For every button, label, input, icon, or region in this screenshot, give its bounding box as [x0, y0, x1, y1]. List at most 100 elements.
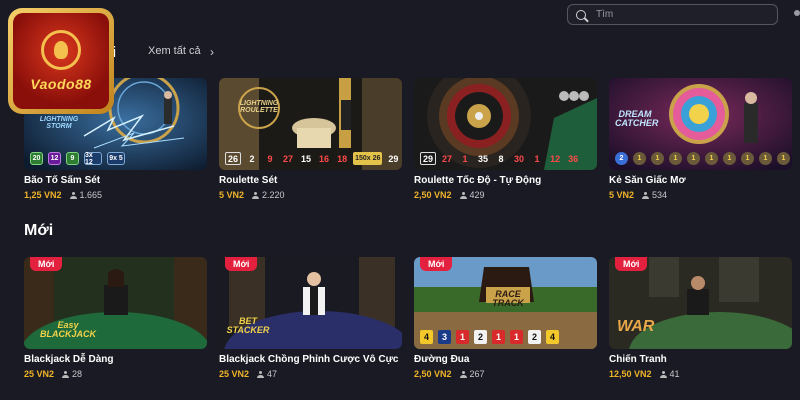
user-icon — [659, 370, 667, 378]
result-item: 1 — [687, 152, 700, 165]
game-price: 5 VN2 — [219, 190, 245, 200]
result-item: 2 — [615, 152, 628, 165]
game-title[interactable]: Blackjack Dễ Dàng — [24, 354, 207, 365]
result-item: 15 — [301, 153, 312, 164]
user-icon — [459, 370, 467, 378]
result-item: 20 — [30, 152, 43, 165]
game-price: 1,25 VN2 — [24, 190, 62, 200]
player-count: 534 — [652, 190, 668, 200]
game-title[interactable]: Đường Đua — [414, 354, 597, 365]
result-item: 18 — [337, 153, 348, 164]
game-title[interactable]: Roulette Tốc Độ - Tự Động — [414, 175, 597, 186]
brand-logo[interactable]: Vaodo88 — [8, 8, 114, 114]
game-price: 12,50 VN2 — [609, 369, 652, 379]
player-count: 2.220 — [262, 190, 285, 200]
player-count: 267 — [469, 369, 485, 379]
recent-results: 29 27 1 35 8 30 1 12 36 — [420, 152, 580, 165]
search-input[interactable] — [596, 9, 766, 20]
result-item: 12 — [550, 153, 561, 164]
result-item: 29 — [388, 153, 399, 164]
game-meta: 2,50 VN2 267 — [414, 369, 597, 379]
search-icon — [576, 9, 586, 20]
game-card[interactable]: 29 27 1 35 8 30 1 12 36 Roulette Tốc Độ … — [414, 78, 597, 200]
game-price: 25 VN2 — [219, 369, 250, 379]
logo-badge: Vaodo88 — [13, 13, 109, 109]
game-card[interactable]: Mới WAR Chiến Tranh 12,50 VN2 41 — [609, 257, 792, 379]
game-meta: 1,25 VN2 1.665 — [24, 190, 207, 200]
game-card[interactable]: Mới RACE TRACK 4 3 1 2 1 1 2 4 Đường Đua… — [414, 257, 597, 379]
game-thumbnail[interactable]: Mới WAR — [609, 257, 792, 349]
search-box[interactable] — [567, 4, 778, 25]
logo-text: Vaodo88 — [30, 76, 92, 92]
game-title[interactable]: Roulette Sét — [219, 175, 402, 186]
game-card[interactable]: LIGHTNING ROULETTE 26 2 9 27 15 16 18 15… — [219, 78, 402, 200]
user-icon — [642, 191, 650, 199]
game-thumbnail[interactable]: Mới BET STACKER — [219, 257, 402, 349]
game-price: 2,50 VN2 — [414, 190, 452, 200]
scene-logo: Easy BLACKJACK — [40, 320, 96, 339]
game-thumbnail[interactable]: DREAM CATCHER 2 1 1 1 1 1 1 1 1 1 — [609, 78, 792, 170]
result-item: 9x 5 — [107, 152, 125, 165]
game-card[interactable]: DREAM CATCHER 2 1 1 1 1 1 1 1 1 1 Kẻ Săn… — [609, 78, 792, 200]
scene-logo: LIGHTNING STORM — [39, 116, 79, 130]
section-new-title: Mới — [24, 222, 54, 239]
game-card[interactable]: Mới BET STACKER Blackjack Chồng Phỉnh Cư… — [219, 257, 402, 379]
game-meta: 25 VN2 47 — [219, 369, 402, 379]
user-icon — [62, 370, 70, 378]
game-price: 2,50 VN2 — [414, 369, 452, 379]
see-all-link[interactable]: Xem tất cả — [148, 45, 201, 57]
game-price: 5 VN2 — [609, 190, 635, 200]
result-item: 9 — [66, 152, 79, 165]
result-item: 150x 26 — [353, 152, 383, 165]
game-title[interactable]: Chiến Tranh — [609, 354, 792, 365]
result-item: 1 — [492, 330, 505, 344]
result-item: 1 — [534, 153, 540, 164]
game-thumbnail[interactable]: LIGHTNING ROULETTE 26 2 9 27 15 16 18 15… — [219, 78, 402, 170]
recent-results: 26 2 9 27 15 16 18 150x 26 29 — [225, 152, 400, 165]
result-item: 2 — [528, 330, 541, 344]
result-item: 9 — [267, 153, 273, 164]
chevron-right-icon[interactable]: › — [210, 45, 214, 59]
recent-results: 4 3 1 2 1 1 2 4 — [420, 330, 559, 344]
recent-results: 20 12 9 3x 12 9x 5 — [30, 152, 125, 166]
user-icon — [459, 191, 467, 199]
result-item: 27 — [442, 153, 453, 164]
user-icon — [69, 191, 77, 199]
dragon-emblem-icon — [41, 30, 81, 70]
result-item: 36 — [568, 153, 579, 164]
result-item: 35 — [478, 153, 489, 164]
result-item: 26 — [225, 152, 242, 165]
game-price: 25 VN2 — [24, 369, 55, 379]
result-item: 1 — [456, 330, 469, 344]
game-meta: 25 VN2 28 — [24, 369, 207, 379]
new-badge: Mới — [615, 257, 648, 271]
game-thumbnail[interactable]: 29 27 1 35 8 30 1 12 36 — [414, 78, 597, 170]
result-item: 30 — [514, 153, 525, 164]
result-item: 1 — [651, 152, 664, 165]
game-card[interactable]: Mới Easy BLACKJACK Blackjack Dễ Dàng 25 … — [24, 257, 207, 379]
scene-logo: DREAM CATCHER — [615, 109, 659, 128]
scene-logo: RACE TRACK — [492, 289, 524, 308]
new-badge: Mới — [225, 257, 258, 271]
game-title[interactable]: Blackjack Chồng Phỉnh Cược Vô Cực — [219, 354, 402, 365]
game-thumbnail[interactable]: Mới RACE TRACK 4 3 1 2 1 1 2 4 — [414, 257, 597, 349]
scene-logo: BET STACKER — [226, 316, 270, 335]
result-item: 1 — [462, 153, 468, 164]
menu-dot-icon[interactable] — [794, 10, 800, 16]
recent-results: 2 1 1 1 1 1 1 1 1 1 — [615, 152, 790, 165]
player-count: 41 — [669, 369, 680, 379]
result-item: 4 — [420, 330, 433, 344]
game-title[interactable]: Kẻ Săn Giấc Mơ — [609, 175, 792, 186]
result-item: 1 — [723, 152, 736, 165]
result-item: 2 — [249, 153, 255, 164]
result-item: 3x 12 — [84, 152, 102, 166]
game-thumbnail[interactable]: Mới Easy BLACKJACK — [24, 257, 207, 349]
result-item: 1 — [510, 330, 523, 344]
result-item: 1 — [633, 152, 646, 165]
result-item: 1 — [759, 152, 772, 165]
result-item: 4 — [546, 330, 559, 344]
game-meta: 12,50 VN2 41 — [609, 369, 792, 379]
result-item: 1 — [777, 152, 790, 165]
game-title[interactable]: Bão Tố Sấm Sét — [24, 175, 207, 186]
result-item: 3 — [438, 330, 451, 344]
